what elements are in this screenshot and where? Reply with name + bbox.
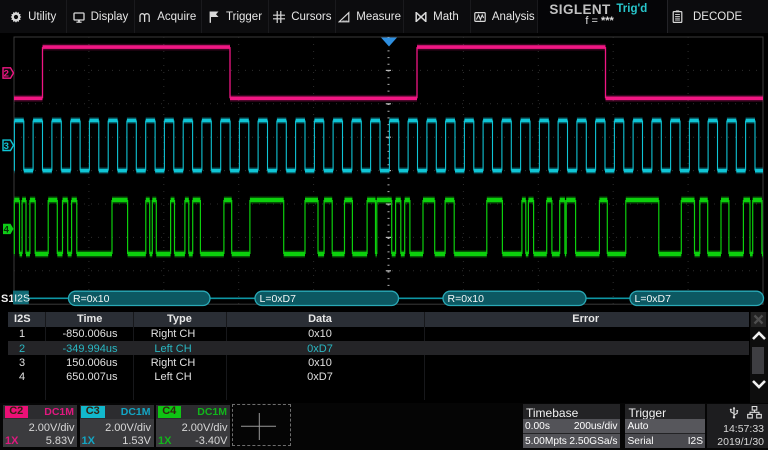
svg-text:R=0x10: R=0x10 (448, 293, 485, 305)
svg-text:R=0x10: R=0x10 (73, 293, 110, 305)
svg-text:S1: S1 (1, 293, 14, 305)
svg-text:L=0xD7: L=0xD7 (260, 293, 297, 305)
svg-text:3: 3 (4, 141, 9, 152)
svg-text:4: 4 (4, 225, 10, 236)
svg-text:L=0xD7: L=0xD7 (635, 293, 672, 305)
svg-text:I2S: I2S (14, 293, 30, 305)
svg-text:2: 2 (4, 69, 9, 80)
